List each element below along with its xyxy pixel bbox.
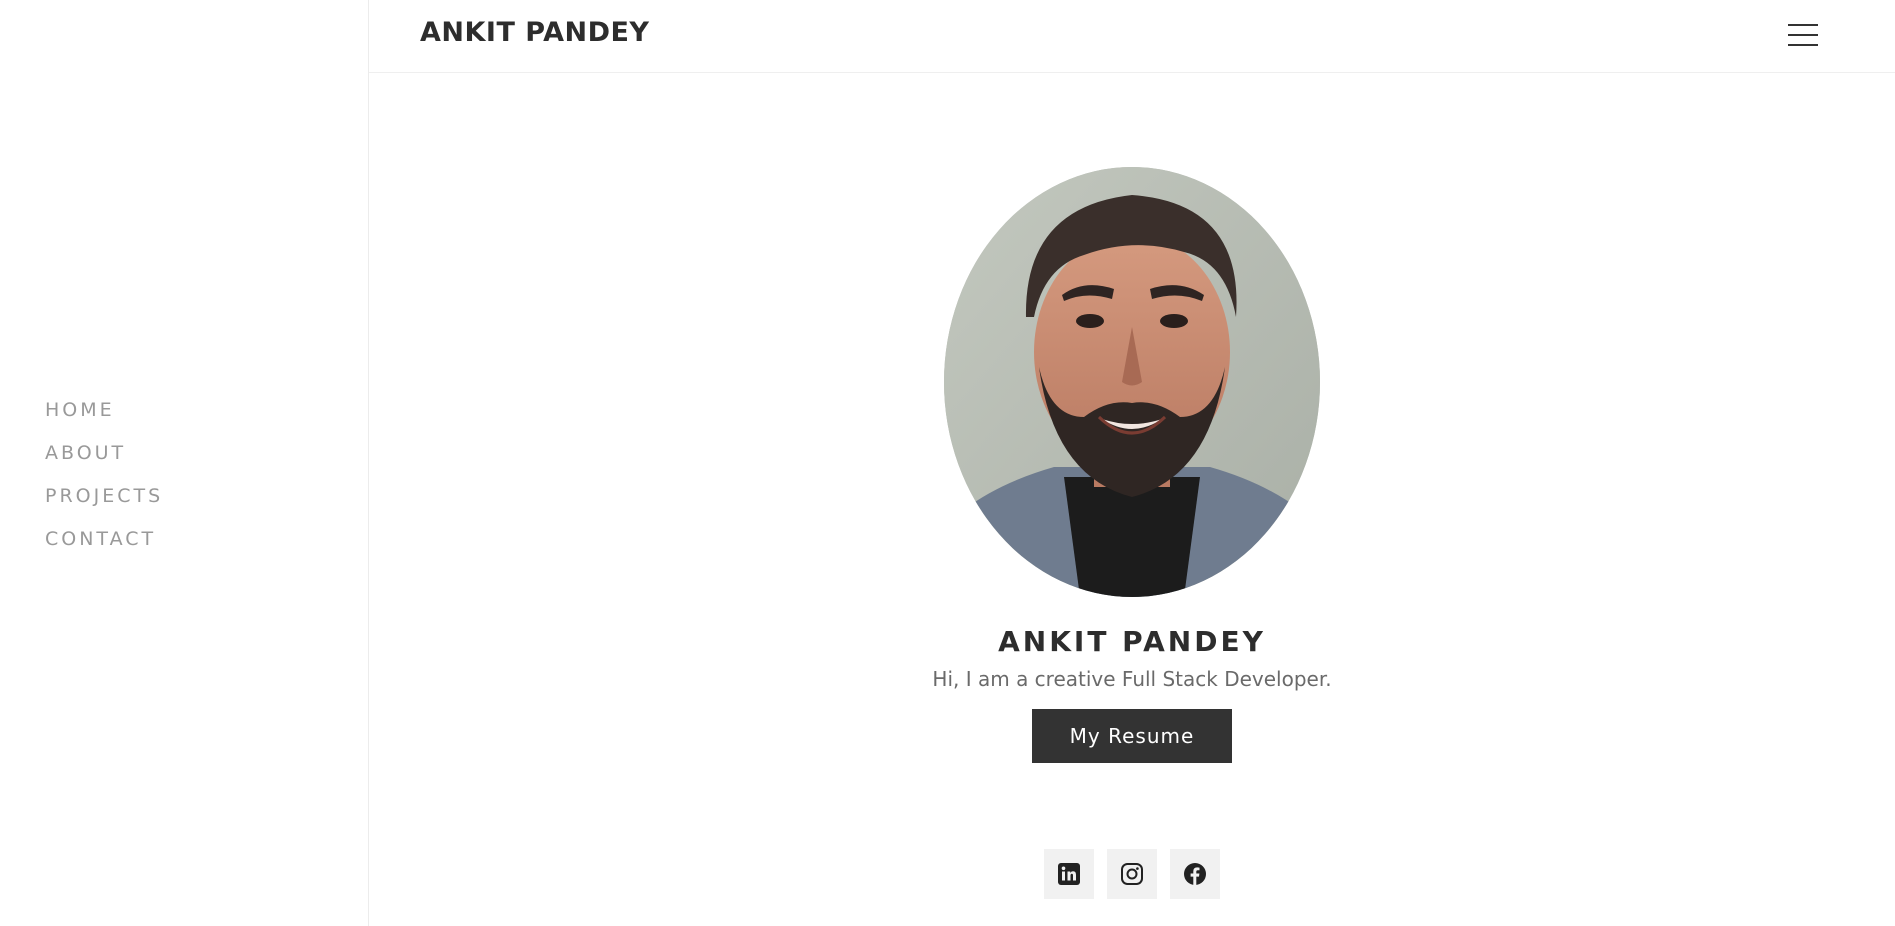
site-brand[interactable]: ANKIT PANDEY — [420, 17, 650, 48]
sidebar-item-contact[interactable]: CONTACT — [45, 517, 163, 560]
main-content: ANKIT PANDEY Hi, I am a creative Full St… — [369, 73, 1895, 926]
facebook-icon[interactable] — [1170, 849, 1220, 899]
sidebar-item-home[interactable]: HOME — [45, 388, 163, 431]
hero-name: ANKIT PANDEY — [998, 625, 1266, 658]
hero-subtitle: Hi, I am a creative Full Stack Developer… — [932, 667, 1332, 691]
sidebar-item-about[interactable]: ABOUT — [45, 431, 163, 474]
linkedin-icon[interactable] — [1044, 849, 1094, 899]
sidebar-item-projects[interactable]: PROJECTS — [45, 474, 163, 517]
top-header: ANKIT PANDEY — [369, 0, 1895, 73]
sidebar: HOME ABOUT PROJECTS CONTACT — [0, 0, 369, 926]
hamburger-menu-icon[interactable] — [1788, 22, 1818, 48]
sidebar-nav: HOME ABOUT PROJECTS CONTACT — [45, 388, 163, 560]
instagram-icon[interactable] — [1107, 849, 1157, 899]
page: HOME ABOUT PROJECTS CONTACT ANKIT PANDEY — [0, 0, 1895, 926]
social-links — [1044, 849, 1220, 899]
profile-photo — [944, 167, 1320, 597]
resume-button[interactable]: My Resume — [1032, 709, 1232, 763]
